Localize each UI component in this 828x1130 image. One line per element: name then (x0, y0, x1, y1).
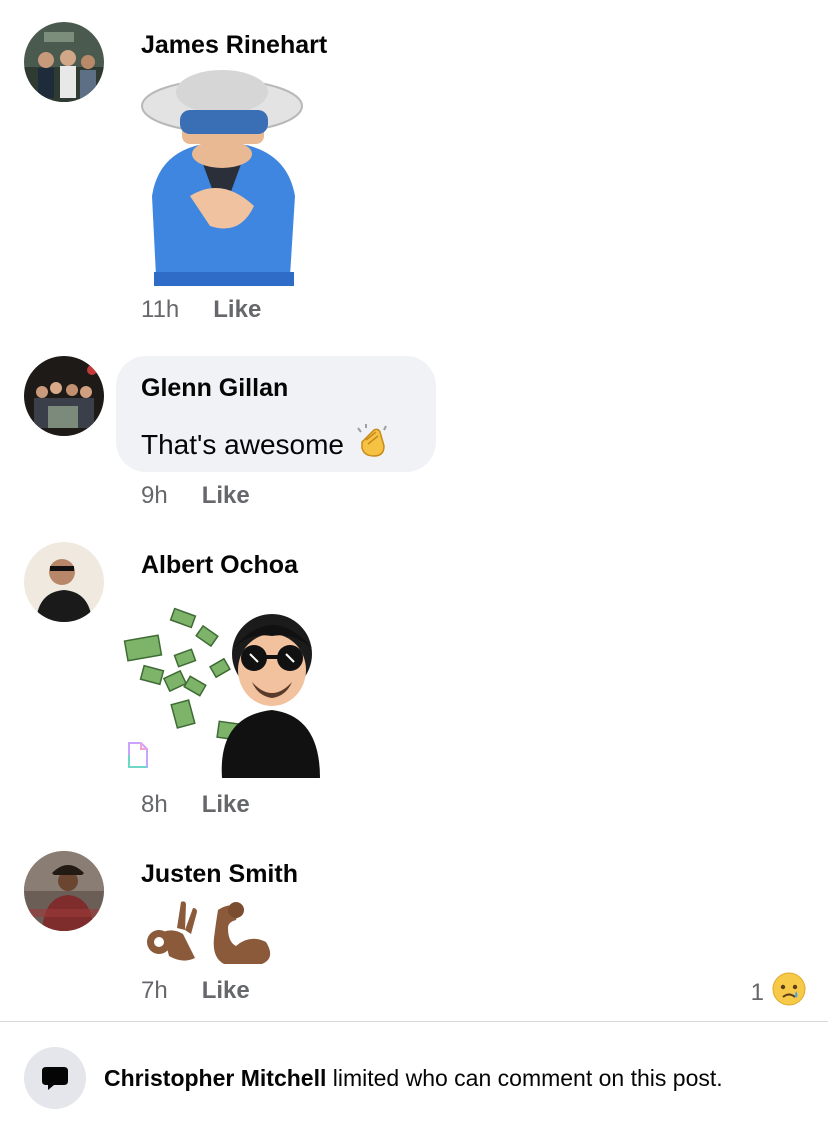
comment-timestamp: 9h (141, 482, 168, 509)
like-button[interactable]: Like (213, 296, 261, 324)
commenter-name[interactable]: Albert Ochoa (141, 551, 298, 580)
old-man-clapping-sticker (130, 66, 315, 293)
avatar[interactable] (24, 22, 104, 102)
like-button[interactable]: Like (202, 791, 250, 819)
ok-hand-icon (143, 898, 199, 969)
comment-timestamp: 7h (141, 977, 168, 1004)
flexed-biceps-icon (206, 898, 274, 971)
avatar[interactable] (24, 542, 104, 622)
commenter-name[interactable]: James Rinehart (141, 31, 327, 60)
commenter-name[interactable]: Glenn Gillan (141, 374, 288, 403)
notice-author[interactable]: Christopher Mitchell (104, 1065, 326, 1091)
clapping-hands-icon (354, 422, 392, 467)
like-button[interactable]: Like (202, 977, 250, 1005)
speech-bubble-icon (24, 1047, 86, 1109)
reaction-count: 1 (750, 978, 764, 1006)
comment-restriction-notice: Christopher Mitchell limited who can com… (24, 1047, 723, 1109)
reaction-summary[interactable]: 1 (751, 972, 806, 1013)
divider (0, 1021, 828, 1022)
broken-image-icon (127, 741, 149, 774)
commenter-name[interactable]: Justen Smith (141, 860, 298, 889)
comment-text: That's awesome (141, 428, 344, 460)
money-throwing-avatar-sticker (122, 592, 322, 783)
sad-reaction-icon (772, 972, 806, 1013)
avatar[interactable] (24, 356, 104, 436)
comment-bubble: Glenn Gillan That's awesome (116, 356, 436, 472)
comment-timestamp: 8h (141, 791, 168, 818)
comment-timestamp: 11h (141, 296, 180, 323)
like-button[interactable]: Like (202, 482, 250, 510)
notice-message: limited who can comment on this post. (326, 1064, 723, 1091)
avatar[interactable] (24, 851, 104, 931)
